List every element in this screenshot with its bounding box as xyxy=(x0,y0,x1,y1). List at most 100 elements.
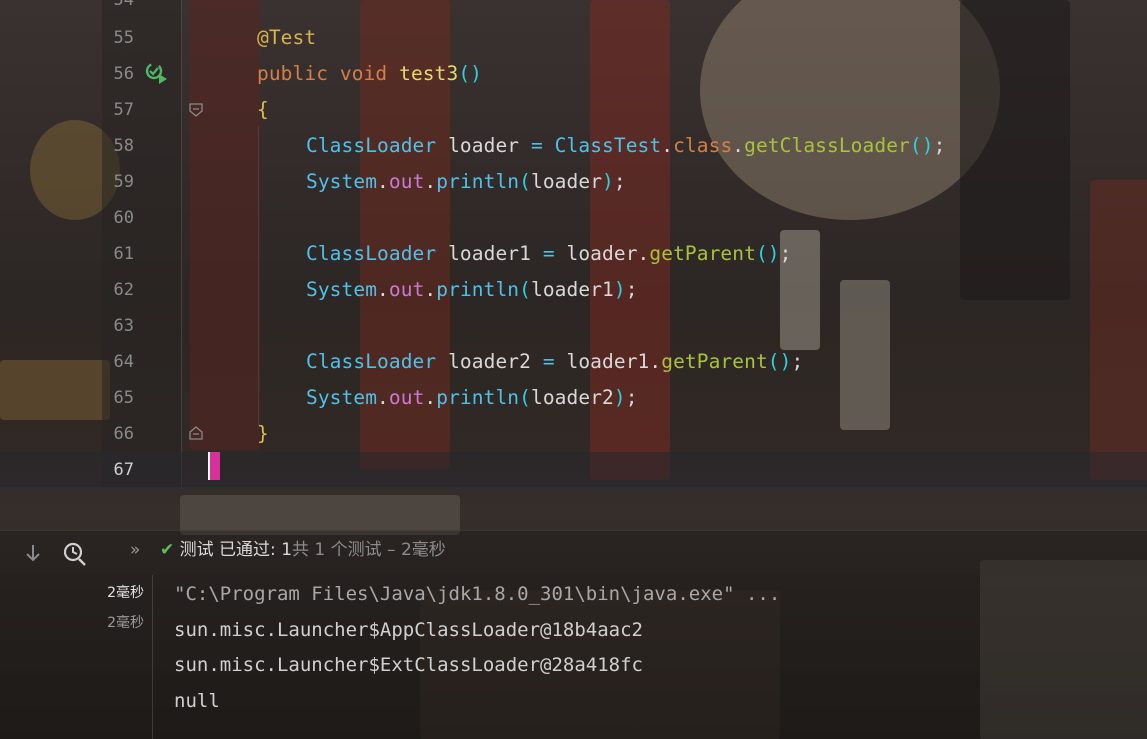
code-token: ClassLoader xyxy=(306,242,437,265)
code-token: loader xyxy=(531,170,603,193)
code-token: getParent xyxy=(661,350,768,373)
code-token: . xyxy=(424,278,437,301)
console-output[interactable]: 2毫秒 2毫秒 "C:\Program Files\Java\jdk1.8.0_… xyxy=(0,575,1147,739)
code-token: () xyxy=(755,242,780,265)
code-token: . xyxy=(732,134,745,157)
line-number: 62 xyxy=(113,280,134,300)
code-token: ( xyxy=(519,386,531,409)
code-token: ) xyxy=(613,278,626,301)
code-token: ) xyxy=(613,386,626,409)
code-token: = xyxy=(542,350,555,373)
duration-label: 2毫秒 xyxy=(107,615,144,631)
code-line[interactable]: 59 System.out.println(loader); xyxy=(0,164,1147,200)
line-number: 66 xyxy=(113,424,134,444)
line-number: 67 xyxy=(113,460,134,480)
code-token: ( xyxy=(519,278,531,301)
code-token: loader1 xyxy=(554,350,650,373)
code-token: loader xyxy=(554,242,638,265)
code-token: getParent xyxy=(649,242,756,265)
code-token: loader1 xyxy=(531,278,614,301)
code-token: = xyxy=(542,242,555,265)
code-line[interactable]: 57 { xyxy=(0,92,1147,128)
code-token: println xyxy=(436,170,520,193)
console-line: sun.misc.Launcher$AppClassLoader@18b4aac… xyxy=(174,619,643,641)
code-line[interactable]: 64 ClassLoader loader2 = loader1.getParen… xyxy=(0,344,1147,380)
code-token: ) xyxy=(602,170,614,193)
code-line[interactable]: 61 ClassLoader loader1 = loader.getParent… xyxy=(0,236,1147,272)
code-token: loader2 xyxy=(436,350,543,373)
duration-column: 2毫秒 2毫秒 xyxy=(0,575,153,739)
console-line: sun.misc.Launcher$ExtClassLoader@28a418f… xyxy=(174,654,643,676)
arrow-down-icon[interactable] xyxy=(24,543,42,563)
code-token: ; xyxy=(779,242,792,265)
code-token: println xyxy=(436,386,520,409)
code-token: . xyxy=(424,386,437,409)
code-token: } xyxy=(257,422,269,445)
line-number: 57 xyxy=(113,100,134,120)
line-number: 63 xyxy=(113,316,134,336)
code-line[interactable]: 67 xyxy=(0,452,1147,488)
code-token: class xyxy=(673,134,733,157)
code-line[interactable]: 65 System.out.println(loader2); xyxy=(0,380,1147,416)
line-number: 64 xyxy=(113,352,134,372)
code-line[interactable]: 66} xyxy=(0,416,1147,452)
code-line[interactable]: 54 xyxy=(0,0,1147,18)
code-text: System.out.println(loader1); xyxy=(306,272,638,308)
code-token: ; xyxy=(625,278,638,301)
code-token: { xyxy=(257,98,269,121)
code-text: ClassLoader loader1 = loader.getParent()… xyxy=(306,236,791,272)
code-text: System.out.println(loader2); xyxy=(306,380,638,416)
clock-icon[interactable] xyxy=(62,541,88,567)
code-token: @Test xyxy=(257,26,317,49)
console-line: "C:\Program Files\Java\jdk1.8.0_301\bin\… xyxy=(174,583,781,605)
code-token: . xyxy=(377,170,389,193)
code-token: out xyxy=(388,386,425,409)
fold-icon[interactable] xyxy=(189,426,203,440)
code-token: () xyxy=(909,134,934,157)
code-token: ; xyxy=(791,350,804,373)
code-token: . xyxy=(377,386,389,409)
console-line: null xyxy=(174,690,220,712)
code-token: . xyxy=(377,278,389,301)
line-number: 55 xyxy=(113,28,134,48)
code-token: getClassLoader xyxy=(744,134,910,157)
line-number: 56 xyxy=(113,64,134,84)
code-token: = xyxy=(530,134,543,157)
code-token: out xyxy=(388,170,425,193)
code-text: System.out.println(loader); xyxy=(306,164,626,200)
code-line[interactable]: 58 ClassLoader loader = ClassTest.class.g… xyxy=(0,128,1147,164)
code-token: () xyxy=(458,62,482,85)
code-token: ; xyxy=(625,386,638,409)
code-token: println xyxy=(436,278,520,301)
code-editor[interactable]: 54 55 @Test 56 public void test3() 57 {58 Class… xyxy=(0,0,1147,488)
code-text: public void test3() xyxy=(257,56,482,92)
code-text: @Test xyxy=(257,20,316,56)
code-token: ClassLoader xyxy=(306,134,437,157)
code-token: out xyxy=(388,278,425,301)
code-token: ; xyxy=(613,170,626,193)
code-line[interactable]: 55 @Test xyxy=(0,20,1147,56)
code-token: public xyxy=(257,62,329,85)
code-line[interactable]: 60 xyxy=(0,200,1147,236)
code-line[interactable]: 63 xyxy=(0,308,1147,344)
code-line[interactable]: 56 public void test3() xyxy=(0,56,1147,92)
line-number: 54 xyxy=(113,0,134,10)
code-token: loader1 xyxy=(436,242,543,265)
code-token: void xyxy=(339,62,388,85)
line-number: 58 xyxy=(113,136,134,156)
code-text: { xyxy=(257,92,269,128)
code-line[interactable]: 62 System.out.println(loader1); xyxy=(0,272,1147,308)
run-test-icon[interactable] xyxy=(145,62,167,84)
code-token: System xyxy=(306,170,378,193)
test-status-detail: 共 1 个测试 – 2毫秒 xyxy=(292,540,446,560)
test-status-label: 测试 已通过: 1 xyxy=(179,540,293,560)
code-token: ClassLoader xyxy=(306,350,437,373)
panel-divider[interactable] xyxy=(0,487,1147,530)
code-token: loader2 xyxy=(531,386,614,409)
test-status: ✔ 测试 已通过: 1共 1 个测试 – 2毫秒 xyxy=(160,531,446,569)
text-caret xyxy=(208,452,220,480)
code-token: System xyxy=(306,278,378,301)
fold-icon[interactable] xyxy=(189,103,203,117)
chevron-double-right-icon[interactable]: » xyxy=(130,540,140,560)
